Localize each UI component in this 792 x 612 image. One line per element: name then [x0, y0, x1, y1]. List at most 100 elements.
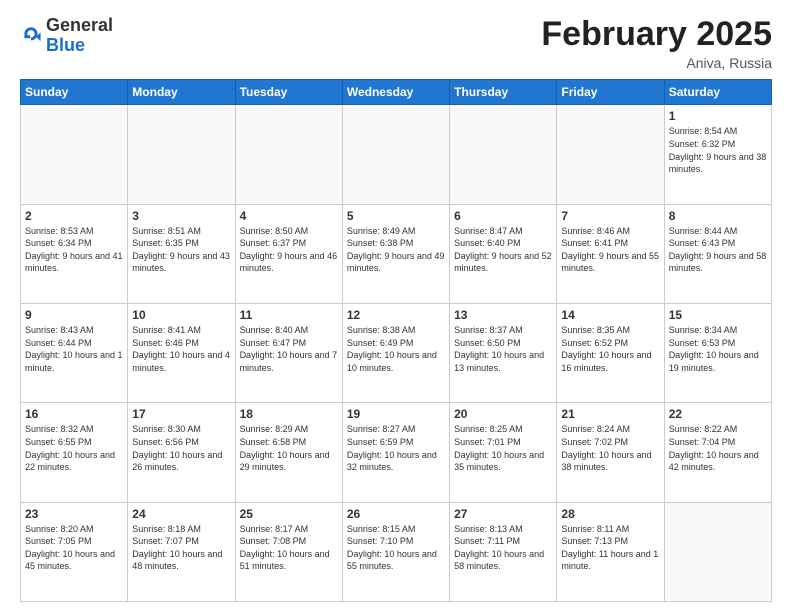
logo-text: General Blue — [46, 16, 113, 56]
day-info: Sunrise: 8:49 AM Sunset: 6:38 PM Dayligh… — [347, 225, 445, 275]
weekday-header-saturday: Saturday — [664, 80, 771, 105]
weekday-header-row: SundayMondayTuesdayWednesdayThursdayFrid… — [21, 80, 772, 105]
day-info: Sunrise: 8:54 AM Sunset: 6:32 PM Dayligh… — [669, 125, 767, 175]
day-cell: 18Sunrise: 8:29 AM Sunset: 6:58 PM Dayli… — [235, 403, 342, 502]
day-info: Sunrise: 8:13 AM Sunset: 7:11 PM Dayligh… — [454, 523, 552, 573]
day-cell: 14 Sunrise: 8:35 AM Sunset: 6:52 PM Dayli… — [557, 304, 664, 403]
day-info: Sunrise: 8:47 AM Sunset: 6:40 PM Dayligh… — [454, 225, 552, 275]
day-cell: 3Sunrise: 8:51 AM Sunset: 6:35 PM Daylig… — [128, 204, 235, 303]
day-cell: 8 Sunrise: 8:44 AM Sunset: 6:43 PM Daylig… — [664, 204, 771, 303]
day-number: 10 — [132, 308, 230, 322]
week-row-3: 9Sunrise: 8:43 AM Sunset: 6:44 PM Daylig… — [21, 304, 772, 403]
day-cell: 10 Sunrise: 8:41 AM Sunset: 6:46 PM Dayli… — [128, 304, 235, 403]
location: Aniva, Russia — [541, 55, 772, 71]
week-row-4: 16Sunrise: 8:32 AM Sunset: 6:55 PM Dayli… — [21, 403, 772, 502]
day-info: Sunrise: 8:34 AM Sunset: 6:53 PM Dayligh… — [669, 324, 767, 374]
day-info: Sunrise: 8:37 AM Sunset: 6:50 PM Dayligh… — [454, 324, 552, 374]
day-number: 24 — [132, 507, 230, 521]
weekday-header-monday: Monday — [128, 80, 235, 105]
day-cell: 12 Sunrise: 8:38 AM Sunset: 6:49 PM Dayli… — [342, 304, 449, 403]
day-info: Sunrise: 8:40 AM Sunset: 6:47 PM Dayligh… — [240, 324, 338, 374]
day-cell: 25Sunrise: 8:17 AM Sunset: 7:08 PM Dayli… — [235, 502, 342, 601]
weekday-header-sunday: Sunday — [21, 80, 128, 105]
day-number: 17 — [132, 407, 230, 421]
day-number: 15 — [669, 308, 767, 322]
day-info: Sunrise: 8:50 AM Sunset: 6:37 PM Dayligh… — [240, 225, 338, 275]
day-cell: 20Sunrise: 8:25 AM Sunset: 7:01 PM Dayli… — [450, 403, 557, 502]
week-row-1: 1 Sunrise: 8:54 AM Sunset: 6:32 PM Daylig… — [21, 105, 772, 204]
day-number: 13 — [454, 308, 552, 322]
day-info: Sunrise: 8:24 AM Sunset: 7:02 PM Dayligh… — [561, 423, 659, 473]
logo-blue: Blue — [46, 35, 85, 55]
day-info: Sunrise: 8:35 AM Sunset: 6:52 PM Dayligh… — [561, 324, 659, 374]
week-row-2: 2 Sunrise: 8:53 AM Sunset: 6:34 PM Daylig… — [21, 204, 772, 303]
day-number: 26 — [347, 507, 445, 521]
day-cell: 6 Sunrise: 8:47 AM Sunset: 6:40 PM Daylig… — [450, 204, 557, 303]
day-info: Sunrise: 8:44 AM Sunset: 6:43 PM Dayligh… — [669, 225, 767, 275]
day-cell — [664, 502, 771, 601]
day-cell: 13 Sunrise: 8:37 AM Sunset: 6:50 PM Dayli… — [450, 304, 557, 403]
day-number: 20 — [454, 407, 552, 421]
day-cell: 1 Sunrise: 8:54 AM Sunset: 6:32 PM Daylig… — [664, 105, 771, 204]
day-cell: 9Sunrise: 8:43 AM Sunset: 6:44 PM Daylig… — [21, 304, 128, 403]
day-info: Sunrise: 8:17 AM Sunset: 7:08 PM Dayligh… — [240, 523, 338, 573]
day-info: Sunrise: 8:46 AM Sunset: 6:41 PM Dayligh… — [561, 225, 659, 275]
day-number: 16 — [25, 407, 123, 421]
logo-general: General — [46, 15, 113, 35]
day-cell: 21Sunrise: 8:24 AM Sunset: 7:02 PM Dayli… — [557, 403, 664, 502]
day-number: 12 — [347, 308, 445, 322]
day-cell: 23 Sunrise: 8:20 AM Sunset: 7:05 PM Dayli… — [21, 502, 128, 601]
title-block: February 2025 Aniva, Russia — [541, 16, 772, 71]
day-cell: 5 Sunrise: 8:49 AM Sunset: 6:38 PM Daylig… — [342, 204, 449, 303]
day-cell: 26Sunrise: 8:15 AM Sunset: 7:10 PM Dayli… — [342, 502, 449, 601]
day-number: 1 — [669, 109, 767, 123]
day-cell: 28 Sunrise: 8:11 AM Sunset: 7:13 PM Dayli… — [557, 502, 664, 601]
day-number: 2 — [25, 209, 123, 223]
day-info: Sunrise: 8:20 AM Sunset: 7:05 PM Dayligh… — [25, 523, 123, 573]
weekday-header-wednesday: Wednesday — [342, 80, 449, 105]
day-info: Sunrise: 8:30 AM Sunset: 6:56 PM Dayligh… — [132, 423, 230, 473]
day-info: Sunrise: 8:41 AM Sunset: 6:46 PM Dayligh… — [132, 324, 230, 374]
day-number: 11 — [240, 308, 338, 322]
header: General Blue February 2025 Aniva, Russia — [20, 16, 772, 71]
day-number: 18 — [240, 407, 338, 421]
day-number: 6 — [454, 209, 552, 223]
day-cell: 4 Sunrise: 8:50 AM Sunset: 6:37 PM Daylig… — [235, 204, 342, 303]
logo-icon — [20, 25, 42, 47]
day-cell: 27 Sunrise: 8:13 AM Sunset: 7:11 PM Dayli… — [450, 502, 557, 601]
day-number: 4 — [240, 209, 338, 223]
logo-text-block: General Blue — [46, 16, 113, 56]
day-cell: 16Sunrise: 8:32 AM Sunset: 6:55 PM Dayli… — [21, 403, 128, 502]
day-cell: 22 Sunrise: 8:22 AM Sunset: 7:04 PM Dayli… — [664, 403, 771, 502]
day-number: 5 — [347, 209, 445, 223]
day-cell — [450, 105, 557, 204]
day-number: 27 — [454, 507, 552, 521]
day-number: 23 — [25, 507, 123, 521]
day-cell: 24 Sunrise: 8:18 AM Sunset: 7:07 PM Dayli… — [128, 502, 235, 601]
day-number: 22 — [669, 407, 767, 421]
day-cell — [128, 105, 235, 204]
calendar: SundayMondayTuesdayWednesdayThursdayFrid… — [20, 79, 772, 602]
day-info: Sunrise: 8:38 AM Sunset: 6:49 PM Dayligh… — [347, 324, 445, 374]
day-number: 8 — [669, 209, 767, 223]
day-cell — [342, 105, 449, 204]
day-info: Sunrise: 8:22 AM Sunset: 7:04 PM Dayligh… — [669, 423, 767, 473]
day-cell: 11 Sunrise: 8:40 AM Sunset: 6:47 PM Dayli… — [235, 304, 342, 403]
day-cell — [557, 105, 664, 204]
day-number: 14 — [561, 308, 659, 322]
day-number: 9 — [25, 308, 123, 322]
day-info: Sunrise: 8:27 AM Sunset: 6:59 PM Dayligh… — [347, 423, 445, 473]
day-cell — [235, 105, 342, 204]
day-info: Sunrise: 8:18 AM Sunset: 7:07 PM Dayligh… — [132, 523, 230, 573]
day-number: 28 — [561, 507, 659, 521]
month-title: February 2025 — [541, 16, 772, 53]
day-cell: 7Sunrise: 8:46 AM Sunset: 6:41 PM Daylig… — [557, 204, 664, 303]
day-number: 19 — [347, 407, 445, 421]
day-cell: 17 Sunrise: 8:30 AM Sunset: 6:56 PM Dayli… — [128, 403, 235, 502]
day-cell — [21, 105, 128, 204]
day-info: Sunrise: 8:53 AM Sunset: 6:34 PM Dayligh… — [25, 225, 123, 275]
weekday-header-tuesday: Tuesday — [235, 80, 342, 105]
day-info: Sunrise: 8:11 AM Sunset: 7:13 PM Dayligh… — [561, 523, 659, 573]
weekday-header-thursday: Thursday — [450, 80, 557, 105]
day-info: Sunrise: 8:51 AM Sunset: 6:35 PM Dayligh… — [132, 225, 230, 275]
